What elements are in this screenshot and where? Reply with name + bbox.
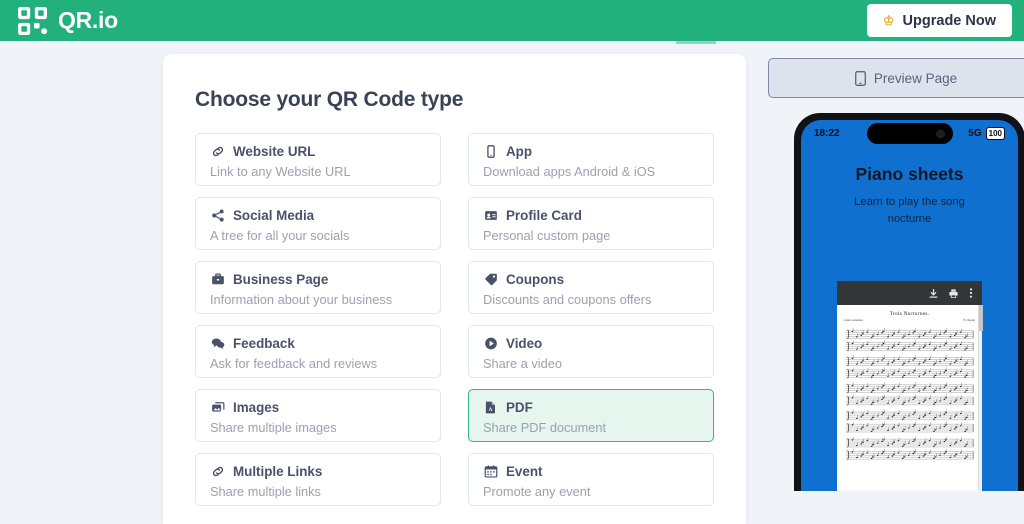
qr-type-description: Download apps Android & iOS [483,164,656,180]
images-icon [210,401,225,414]
status-network: 5G [968,127,982,139]
preview-page-label: Preview Page [873,70,958,86]
id-card-icon [483,209,498,222]
qr-type-option-website-url[interactable]: Website URL Link to any Website URL [195,133,441,186]
comments-icon [210,337,225,350]
briefcase-icon [210,273,225,286]
pdf-document-page: Trois Nocturnes. Lento sostenuto F. Chop… [837,305,982,491]
qr-type-option-coupons[interactable]: Coupons Discounts and coupons offers [468,261,714,314]
more-options-icon[interactable] [969,288,973,298]
qr-type-label: Profile Card [506,208,582,223]
qr-type-label: Event [506,464,543,479]
qr-type-description: Share a video [483,356,562,372]
status-time: 18:22 [814,127,840,139]
share-icon [210,209,225,222]
qr-type-option-business-page[interactable]: Business Page Information about your busi… [195,261,441,314]
upgrade-now-button[interactable]: ♔ Upgrade Now [866,4,1012,37]
qr-type-option-app[interactable]: App Download apps Android & iOS [468,133,714,186]
qr-type-option-profile-card[interactable]: Profile Card Personal custom page [468,197,714,250]
qr-type-label: App [506,144,533,159]
qr-type-label: Website URL [233,144,316,159]
download-icon[interactable] [929,288,938,298]
qr-type-label: Feedback [233,336,295,351]
qr-type-description: Information about your business [210,292,393,308]
qr-type-description: Promote any event [483,484,591,500]
qr-type-description: Personal custom page [483,228,611,244]
mobile-icon [854,70,866,86]
brand[interactable]: QR.io [18,6,118,35]
qr-type-option-event[interactable]: Event Promote any event [468,453,714,506]
play-circle-icon [483,337,498,350]
qr-type-description: Link to any Website URL [210,164,351,180]
qr-type-option-video[interactable]: Video Share a video [468,325,714,378]
sheet-music-notation [844,322,975,477]
brand-name: QR.io [58,7,118,33]
pdf-file-icon: A [483,401,498,414]
phone-screen: 18:22 5G 100 Piano sheets Learn to play … [801,120,1018,491]
qr-type-description: Share PDF document [483,420,607,436]
qr-type-option-multiple-links[interactable]: Multiple Links Share multiple links [195,453,441,506]
preview-page-button[interactable]: Preview Page [768,58,1024,98]
front-camera-icon [935,129,945,138]
link-icon [210,465,225,478]
app-header: QR.io ♔ Upgrade Now [0,0,1024,41]
svg-text:A: A [488,407,492,413]
qr-type-option-pdf[interactable]: A PDF Share PDF document [468,389,714,442]
qr-type-option-feedback[interactable]: Feedback Ask for feedback and reviews [195,325,441,378]
crown-icon: ♔ [882,13,895,28]
link-icon [210,145,225,158]
qr-type-label: Multiple Links [233,464,323,479]
battery-indicator: 100 [985,126,1005,140]
print-icon[interactable] [949,288,958,298]
qr-type-description: A tree for all your socials [210,228,350,244]
qr-type-label: Video [506,336,543,351]
preview-page-subheading: Learn to play the song nocturne [854,196,965,225]
upgrade-now-label: Upgrade Now [902,12,996,29]
qr-type-label: Images [233,400,280,415]
qr-type-label: Social Media [233,208,315,223]
page-title: Choose your QR Code type [195,88,464,111]
pdf-viewer: Trois Nocturnes. Lento sostenuto F. Chop… [837,281,983,491]
qr-type-option-images[interactable]: Images Share multiple images [195,389,441,442]
qr-type-card: Choose your QR Code type Website URL Link… [163,54,746,524]
qr-type-description: Ask for feedback and reviews [210,356,378,372]
qr-type-label: PDF [506,400,533,415]
preview-page-heading: Piano sheets [855,164,964,184]
dynamic-island [866,123,953,144]
phone-status-bar: 18:22 5G 100 [801,120,1018,146]
pdf-scrollbar[interactable] [978,305,983,491]
qr-type-label: Business Page [233,272,329,287]
qr-type-description: Share multiple images [210,420,337,436]
sheet-music-title: Trois Nocturnes. [889,311,930,317]
qr-type-description: Share multiple links [210,484,321,500]
calendar-icon [483,465,498,478]
qr-type-grid: Website URL Link to any Website URL App Dow… [195,133,714,506]
mobile-icon [483,145,498,159]
tag-icon [483,273,498,286]
pdf-viewer-toolbar [837,281,982,305]
qr-code-icon [18,6,48,35]
qr-type-option-social-media[interactable]: Social Media A tree for all your socials [195,197,441,250]
pdf-scrollbar-thumb[interactable] [979,305,983,331]
phone-preview-mockup: 18:22 5G 100 Piano sheets Learn to play … [794,113,1024,491]
qr-type-label: Coupons [506,272,565,287]
qr-type-description: Discounts and coupons offers [483,292,652,308]
